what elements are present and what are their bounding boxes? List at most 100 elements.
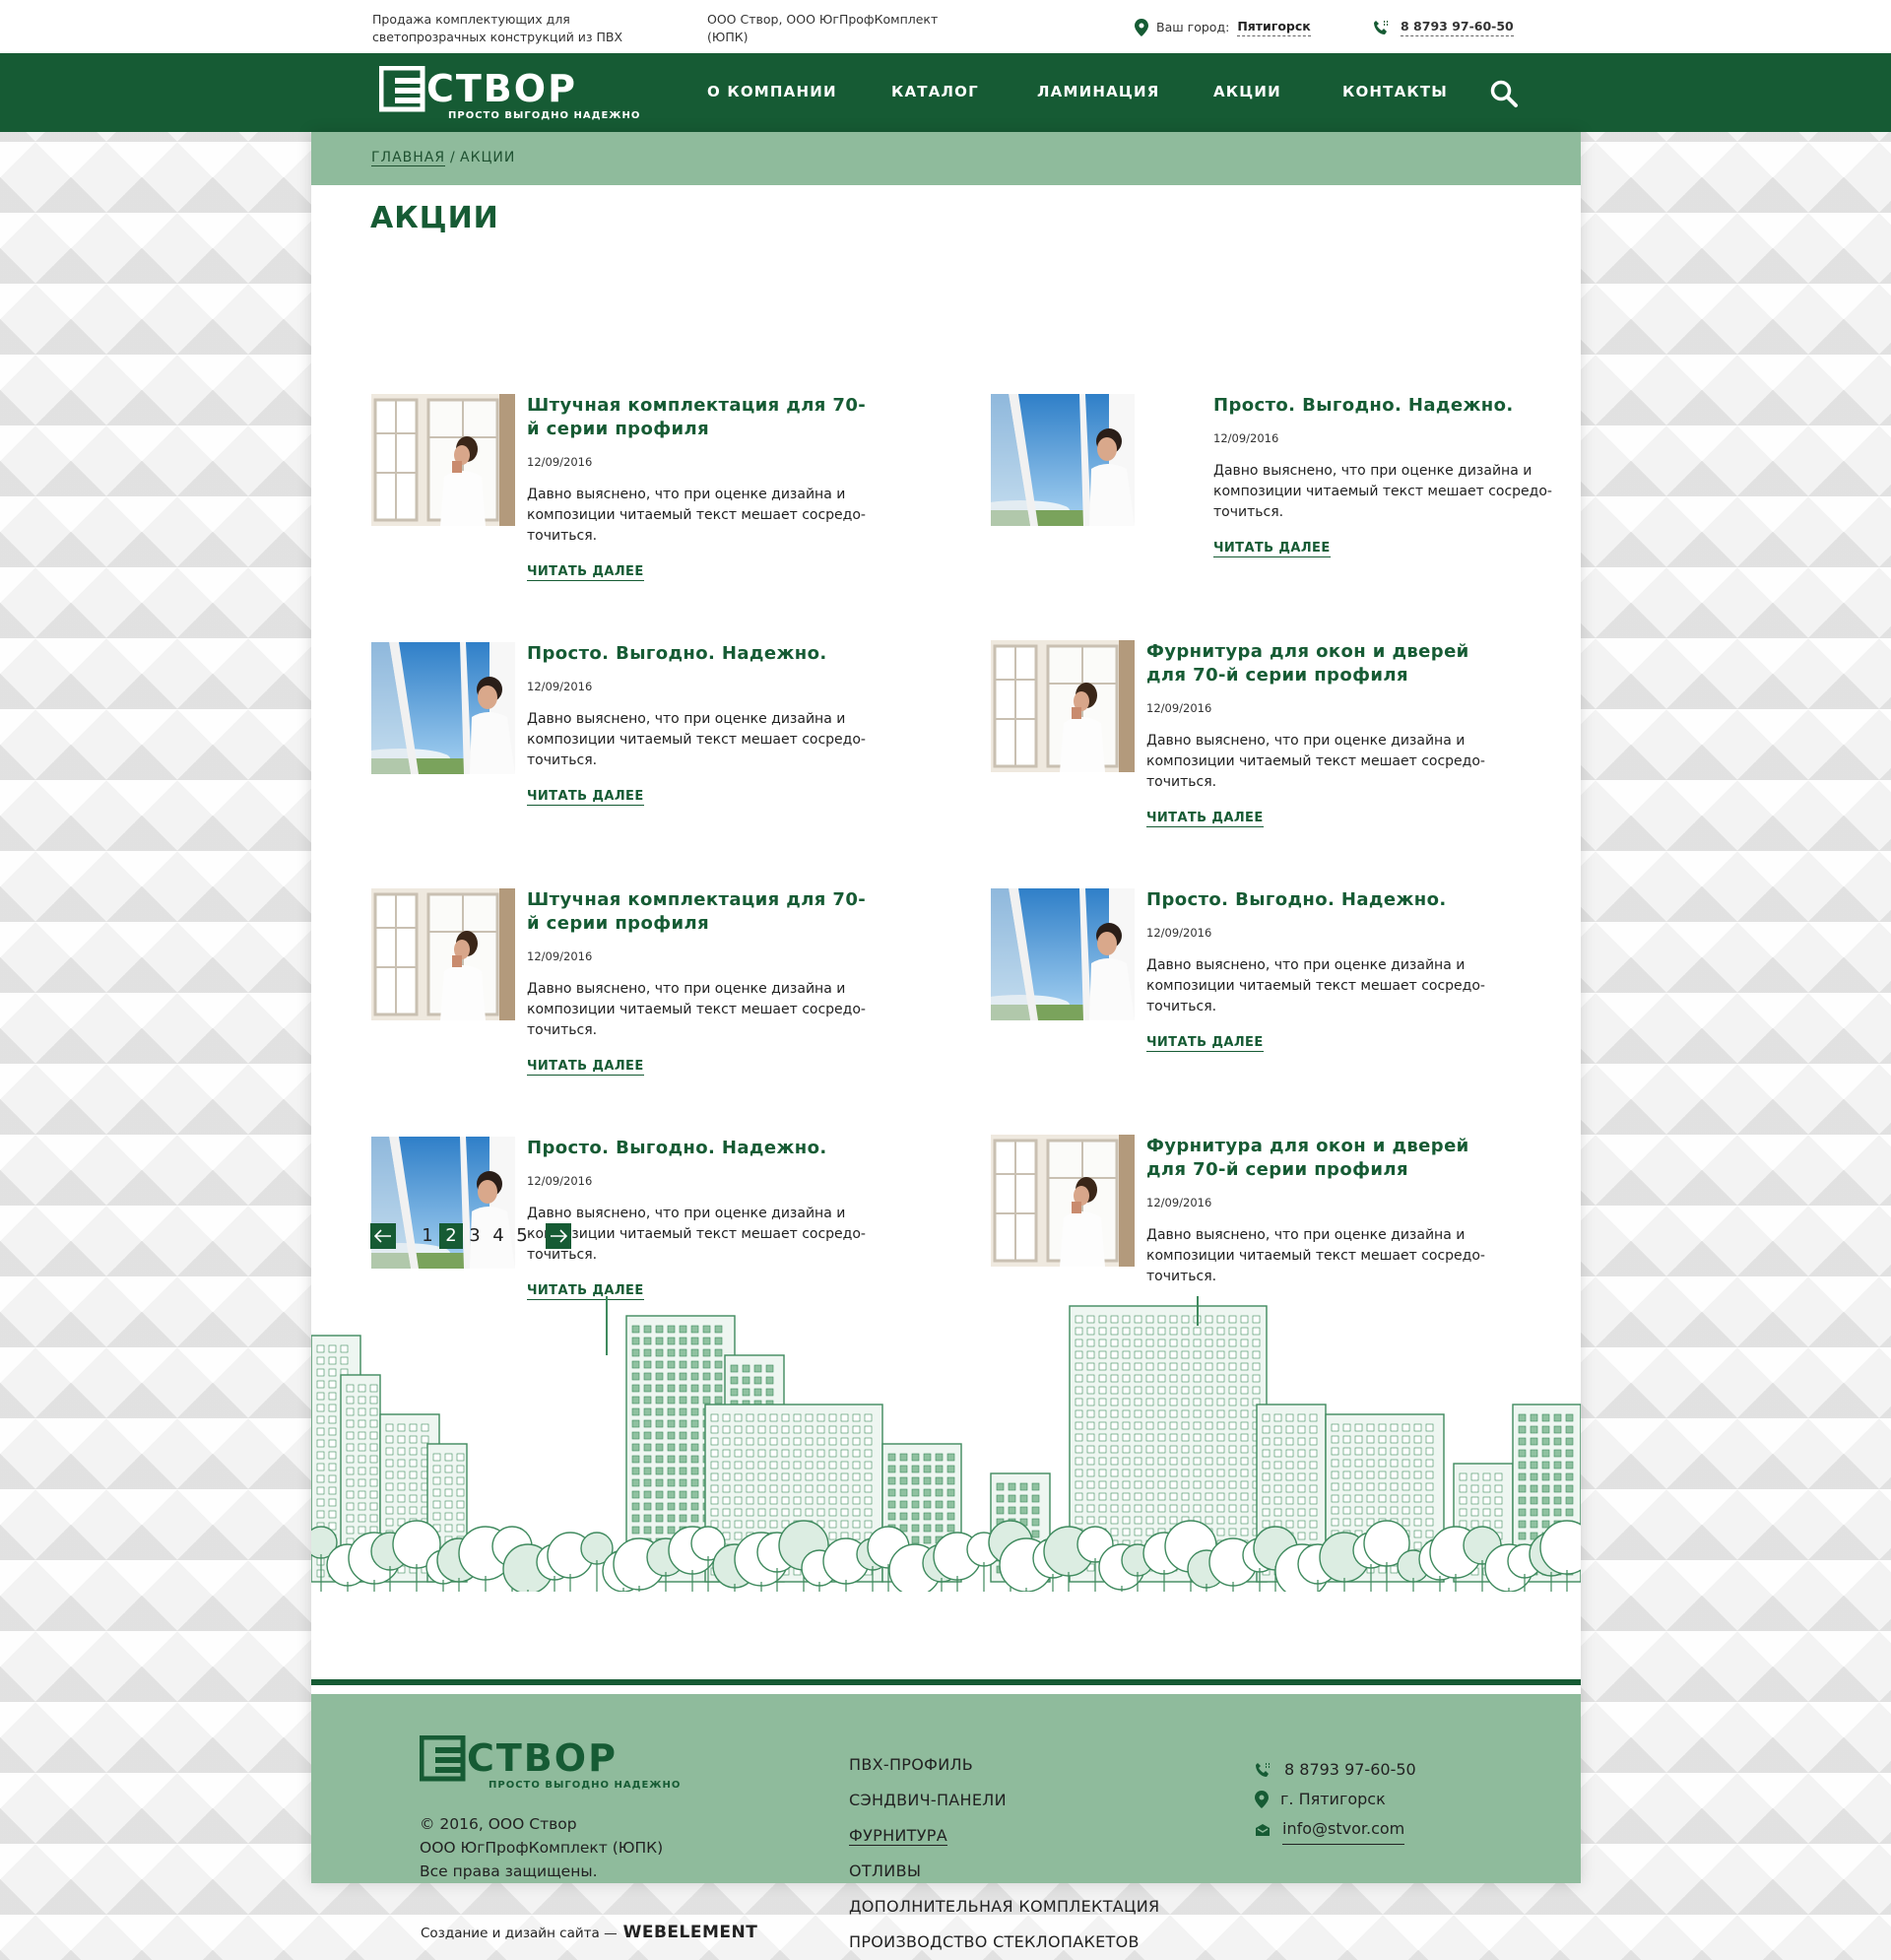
footer-phone[interactable]: 8 8793 97-60-50	[1255, 1755, 1416, 1785]
read-more-link[interactable]: ЧИТАТЬ ДАЛЕЕ	[1146, 811, 1264, 827]
header-phone-number[interactable]: 8 8793 97-60-50	[1401, 18, 1514, 36]
page-link-4[interactable]: 4	[487, 1223, 510, 1249]
article-thumbnail[interactable]	[991, 888, 1135, 1020]
article-date: 12/09/2016	[527, 1174, 593, 1188]
nav-contacts[interactable]: КОНТАКТЫ	[1342, 83, 1448, 100]
search-icon	[1490, 80, 1518, 107]
phone-icon	[1256, 1763, 1270, 1777]
city-value[interactable]: Пятигорск	[1237, 18, 1311, 36]
copyright-line: ООО ЮгПрофКомплект (ЮПК)	[420, 1839, 664, 1857]
pagination: 1 2 3 4 5	[370, 1223, 571, 1249]
footer-link-pvc-profile[interactable]: ПВХ-ПРОФИЛЬ	[849, 1747, 1159, 1783]
breadcrumb-home[interactable]: ГЛАВНАЯ	[371, 150, 446, 166]
read-more-link[interactable]: ЧИТАТЬ ДАЛЕЕ	[527, 789, 644, 806]
footer-links: ПВХ-ПРОФИЛЬ СЭНДВИЧ-ПАНЕЛИ ФУРНИТУРА ОТЛ…	[849, 1747, 1159, 1960]
article-excerpt: Давно выяснено, что при оценке дизайна и…	[1146, 957, 1485, 1014]
article-text: Просто. Выгодно. Надежно. 12/09/2016 Давно…	[1213, 394, 1558, 557]
footer-email[interactable]: info@stvor.com	[1255, 1814, 1416, 1845]
footer-link-extra-equipment[interactable]: ДОПОЛНИТЕЛЬНАЯ КОМПЛЕКТАЦИЯ	[849, 1889, 1159, 1925]
footer-copyright: © 2016, ООО Створ ООО ЮгПрофКомплект (ЮП…	[420, 1812, 663, 1883]
copyright-line: Все права защищены.	[420, 1862, 598, 1880]
breadcrumb-separator: /	[450, 150, 456, 165]
page-link-5[interactable]: 5	[510, 1223, 534, 1249]
article-title[interactable]: Просто. Выгодно. Надежно.	[1146, 888, 1491, 912]
footer-logo-slogan: ПРОСТО ВЫГОДНО НАДЕЖНО	[489, 1780, 681, 1791]
nav-promotions[interactable]: АКЦИИ	[1213, 83, 1281, 100]
city-selector[interactable]: Ваш город: Пятигорск	[1135, 18, 1311, 36]
map-pin-icon	[1135, 18, 1148, 36]
nav-catalog[interactable]: КАТАЛОГ	[891, 83, 979, 100]
article-date: 12/09/2016	[1146, 926, 1212, 940]
mail-icon	[1256, 1823, 1270, 1836]
footer-link-drip-edges[interactable]: ОТЛИВЫ	[849, 1854, 1159, 1889]
footer-link-hardware[interactable]: ФУРНИТУРА	[849, 1818, 1159, 1854]
page-link-2-current[interactable]: 2	[439, 1223, 463, 1249]
article-thumbnail[interactable]	[991, 394, 1135, 526]
read-more-link[interactable]: ЧИТАТЬ ДАЛЕЕ	[527, 564, 644, 581]
company-names: ООО Створ, ООО ЮгПрофКомплект (ЮПК)	[707, 12, 939, 44]
article-excerpt: Давно выяснено, что при оценке дизайна и…	[527, 1206, 866, 1263]
footer-logo[interactable]: СТВОР ПРОСТО ВЫГОДНО НАДЕЖНО	[419, 1734, 685, 1791]
footer-stvor-logo-icon: СТВОР ПРОСТО ВЫГОДНО НАДЕЖНО	[419, 1734, 681, 1791]
footer-phone-number[interactable]: 8 8793 97-60-50	[1284, 1755, 1416, 1785]
window-photo-icon	[991, 394, 1135, 526]
article-excerpt: Давно выяснено, что при оценке дизайна и…	[1146, 733, 1485, 790]
breadcrumb: ГЛАВНАЯ / АКЦИИ	[311, 132, 1581, 185]
nav-about[interactable]: О КОМПАНИИ	[707, 83, 837, 100]
copyright-line: © 2016, ООО Створ	[420, 1815, 577, 1833]
read-more-link[interactable]: ЧИТАТЬ ДАЛЕЕ	[1146, 1035, 1264, 1052]
footer-link-sandwich-panels[interactable]: СЭНДВИЧ-ПАНЕЛИ	[849, 1783, 1159, 1818]
footer-link-glass-units[interactable]: ПРОИЗВОДСТВО СТЕКЛОПАКЕТОВ	[849, 1925, 1159, 1960]
article-thumbnail[interactable]	[371, 642, 515, 774]
phone-icon	[1374, 20, 1388, 34]
article-title[interactable]: Штучная комплектация для 70-й серии проф…	[527, 888, 872, 936]
article-thumbnail[interactable]	[371, 888, 515, 1020]
main-navbar: СТВОР ПРОСТО ВЫГОДНО НАДЕЖНО О КОМПАНИИ …	[0, 53, 1891, 132]
article-thumbnail[interactable]	[991, 640, 1135, 772]
window-photo-icon	[991, 640, 1135, 772]
window-photo-icon	[371, 394, 515, 526]
breadcrumb-current: АКЦИИ	[460, 150, 516, 165]
city-label: Ваш город:	[1156, 19, 1230, 34]
article-title[interactable]: Просто. Выгодно. Надежно.	[1213, 394, 1558, 418]
article-thumbnail[interactable]	[371, 394, 515, 526]
window-photo-icon	[991, 1135, 1135, 1267]
article-thumbnail[interactable]	[991, 1135, 1135, 1267]
page-title: АКЦИИ	[370, 201, 499, 235]
credit-brand-link[interactable]: WEBELEMENT	[623, 1923, 758, 1942]
arrow-left-icon	[374, 1229, 391, 1243]
article-date: 12/09/2016	[1146, 701, 1212, 715]
article-title[interactable]: Штучная комплектация для 70-й серии проф…	[527, 394, 872, 441]
top-info-bar: Продажа комплектующих для светопрозрачны…	[0, 0, 1891, 53]
article-title[interactable]: Просто. Выгодно. Надежно.	[527, 1137, 872, 1160]
window-photo-icon	[371, 642, 515, 774]
nav-lamination[interactable]: ЛАМИНАЦИЯ	[1037, 83, 1160, 100]
footer-email-link[interactable]: info@stvor.com	[1282, 1814, 1405, 1845]
page-link-1[interactable]: 1	[416, 1223, 439, 1249]
footer-logo-wordmark: СТВОР	[467, 1736, 618, 1780]
article-date: 12/09/2016	[527, 455, 593, 469]
next-page-button[interactable]	[546, 1223, 571, 1249]
article-text: Штучная комплектация для 70-й серии проф…	[527, 888, 872, 1076]
prev-page-button[interactable]	[370, 1223, 396, 1249]
credit-label: Создание и дизайн сайта —	[421, 1926, 618, 1941]
read-more-link[interactable]: ЧИТАТЬ ДАЛЕЕ	[1213, 541, 1331, 557]
search-button[interactable]	[1489, 79, 1519, 108]
article-title[interactable]: Просто. Выгодно. Надежно.	[527, 642, 872, 666]
page-link-3[interactable]: 3	[463, 1223, 487, 1249]
header-phone[interactable]: 8 8793 97-60-50	[1373, 18, 1514, 36]
article-title[interactable]: Фурнитура для окон и дверей для 70-й сер…	[1146, 1135, 1491, 1182]
article-date: 12/09/2016	[1146, 1196, 1212, 1209]
article-excerpt: Давно выяснено, что при оценке дизайна и…	[527, 487, 866, 544]
article-text: Фурнитура для окон и дверей для 70-й сер…	[1146, 640, 1491, 827]
read-more-link[interactable]: ЧИТАТЬ ДАЛЕЕ	[527, 1059, 644, 1076]
site-logo[interactable]: СТВОР ПРОСТО ВЫГОДНО НАДЕЖНО	[378, 65, 645, 121]
site-tagline: Продажа комплектующих для светопрозрачны…	[372, 12, 623, 44]
article-text: Просто. Выгодно. Надежно. 12/09/2016 Давно…	[527, 642, 872, 806]
window-photo-icon	[371, 888, 515, 1020]
article-title[interactable]: Фурнитура для окон и дверей для 70-й сер…	[1146, 640, 1491, 687]
arrow-right-icon	[551, 1229, 567, 1243]
article-text: Просто. Выгодно. Надежно. 12/09/2016 Давно…	[1146, 888, 1491, 1052]
article-date: 12/09/2016	[527, 949, 593, 963]
map-pin-icon	[1255, 1791, 1269, 1808]
